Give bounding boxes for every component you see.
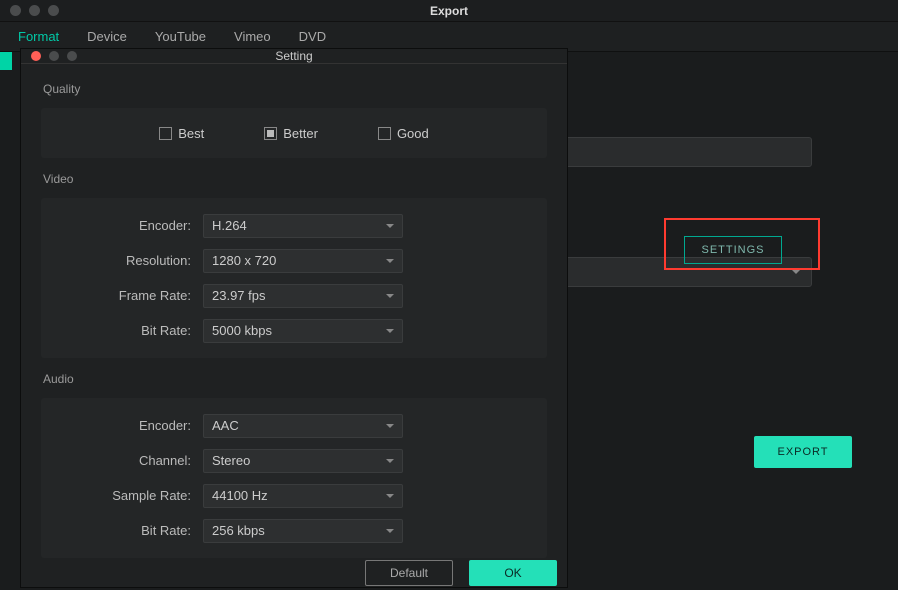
quality-label: Quality [41, 74, 547, 102]
settings-button[interactable]: SETTINGS [684, 236, 782, 264]
tab-format[interactable]: Format [18, 29, 59, 44]
video-bitrate-label: Bit Rate: [53, 323, 203, 338]
tab-youtube[interactable]: YouTube [155, 29, 206, 44]
default-button[interactable]: Default [365, 560, 453, 586]
video-encoder-select[interactable]: H.264 [203, 214, 403, 238]
video-bitrate-select[interactable]: 5000 kbps [203, 319, 403, 343]
chevron-down-icon [386, 459, 394, 463]
setting-content: Quality Best Better Good Video [21, 64, 567, 558]
tab-device[interactable]: Device [87, 29, 127, 44]
audio-channel-label: Channel: [53, 453, 203, 468]
checkbox-box [264, 127, 277, 140]
minimize-dot[interactable] [29, 5, 40, 16]
video-bitrate-value: 5000 kbps [212, 323, 272, 338]
checkbox-box [159, 127, 172, 140]
video-resolution-label: Resolution: [53, 253, 203, 268]
setting-dialog: Setting Quality Best Better Good [20, 48, 568, 588]
chevron-down-icon [386, 294, 394, 298]
zoom-dot[interactable] [48, 5, 59, 16]
quality-good-checkbox[interactable]: Good [378, 126, 429, 141]
audio-samplerate-select[interactable]: 44100 Hz [203, 484, 403, 508]
audio-bitrate-select[interactable]: 256 kbps [203, 519, 403, 543]
audio-encoder-select[interactable]: AAC [203, 414, 403, 438]
video-encoder-row: Encoder: H.264 [53, 208, 535, 243]
quality-good-label: Good [397, 126, 429, 141]
export-traffic-lights [10, 5, 59, 16]
audio-channel-row: Channel: Stereo [53, 443, 535, 478]
quality-best-label: Best [178, 126, 204, 141]
video-panel: Encoder: H.264 Resolution: 1280 x 720 Fr… [41, 198, 547, 358]
audio-samplerate-row: Sample Rate: 44100 Hz [53, 478, 535, 513]
video-framerate-row: Frame Rate: 23.97 fps [53, 278, 535, 313]
export-button[interactable]: EXPORT [754, 436, 852, 468]
setting-titlebar: Setting [21, 49, 567, 64]
video-framerate-value: 23.97 fps [212, 288, 266, 303]
quality-row: Best Better Good [53, 118, 535, 148]
audio-label: Audio [41, 364, 547, 392]
tab-dvd[interactable]: DVD [299, 29, 326, 44]
chevron-down-icon [386, 224, 394, 228]
chevron-down-icon [386, 259, 394, 263]
audio-samplerate-value: 44100 Hz [212, 488, 268, 503]
audio-panel: Encoder: AAC Channel: Stereo Sample Rate… [41, 398, 547, 558]
chevron-down-icon [386, 329, 394, 333]
zoom-dot[interactable] [67, 51, 77, 61]
video-encoder-value: H.264 [212, 218, 247, 233]
export-title: Export [430, 4, 468, 18]
audio-channel-value: Stereo [212, 453, 250, 468]
minimize-dot[interactable] [49, 51, 59, 61]
audio-channel-select[interactable]: Stereo [203, 449, 403, 473]
export-titlebar: Export [0, 0, 898, 22]
close-dot[interactable] [31, 51, 41, 61]
tab-vimeo[interactable]: Vimeo [234, 29, 271, 44]
video-resolution-row: Resolution: 1280 x 720 [53, 243, 535, 278]
setting-title: Setting [275, 49, 312, 63]
ok-button[interactable]: OK [469, 560, 557, 586]
video-encoder-label: Encoder: [53, 218, 203, 233]
audio-bitrate-label: Bit Rate: [53, 523, 203, 538]
audio-encoder-label: Encoder: [53, 418, 203, 433]
video-resolution-select[interactable]: 1280 x 720 [203, 249, 403, 273]
video-framerate-select[interactable]: 23.97 fps [203, 284, 403, 308]
audio-encoder-value: AAC [212, 418, 239, 433]
quality-best-checkbox[interactable]: Best [159, 126, 204, 141]
video-bitrate-row: Bit Rate: 5000 kbps [53, 313, 535, 348]
quality-better-label: Better [283, 126, 318, 141]
video-framerate-label: Frame Rate: [53, 288, 203, 303]
audio-samplerate-label: Sample Rate: [53, 488, 203, 503]
setting-traffic-lights [31, 51, 77, 61]
audio-bitrate-value: 256 kbps [212, 523, 265, 538]
checkbox-box [378, 127, 391, 140]
left-accent-strip [0, 52, 12, 590]
video-resolution-value: 1280 x 720 [212, 253, 276, 268]
video-label: Video [41, 164, 547, 192]
close-dot[interactable] [10, 5, 21, 16]
quality-better-checkbox[interactable]: Better [264, 126, 318, 141]
audio-encoder-row: Encoder: AAC [53, 408, 535, 443]
chevron-down-icon [386, 529, 394, 533]
chevron-down-icon [386, 494, 394, 498]
chevron-down-icon [386, 424, 394, 428]
audio-bitrate-row: Bit Rate: 256 kbps [53, 513, 535, 548]
setting-footer: Default OK [21, 558, 567, 587]
quality-panel: Best Better Good [41, 108, 547, 158]
